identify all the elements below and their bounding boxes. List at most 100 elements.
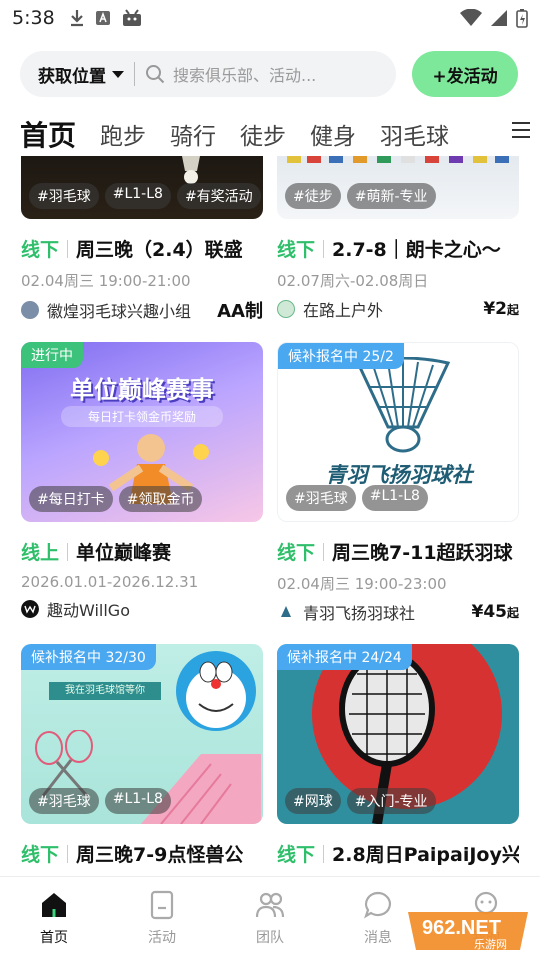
watermark-sub: 乐游网 — [474, 938, 507, 951]
card-title: 线上 单位巅峰赛 — [21, 538, 263, 565]
tag-row: #网球 #入门-专业 — [285, 788, 436, 814]
mode-label: 线下 — [21, 844, 60, 866]
title-text: 周三晚7-9点怪兽公 — [76, 844, 244, 866]
title-divider — [67, 844, 69, 863]
tab-hiking[interactable]: 徒步 — [240, 117, 286, 151]
tag-row: #羽毛球 #L1-L8 #有奖活动 — [29, 183, 261, 209]
mode-label: 线下 — [21, 239, 60, 261]
nav-label: 首页 — [40, 930, 68, 946]
watermark-logo: 962.NET 乐游网 — [408, 912, 528, 951]
status-bar: 5:38 — [0, 0, 540, 36]
tab-cycling[interactable]: 骑行 — [170, 117, 216, 151]
home-icon — [42, 893, 66, 917]
card-organizer[interactable]: 青羽飞扬羽球社 ¥45起 — [277, 600, 519, 624]
nav-team[interactable]: 团队 — [216, 877, 324, 960]
card-title: 线下 周三晚7-11超跃羽球 — [277, 538, 519, 565]
price-label: ¥45起 — [471, 602, 519, 622]
tab-fitness[interactable]: 健身 — [310, 117, 356, 151]
battery-icon — [516, 9, 528, 28]
tag-row: #羽毛球 #L1-L8 — [29, 788, 171, 814]
status-time: 5:38 — [12, 7, 55, 29]
avatar — [277, 300, 295, 318]
tabs-fade — [470, 112, 510, 156]
banner-title: 我在羽毛球馆等你 — [49, 682, 161, 700]
location-label: 获取位置 — [38, 66, 106, 87]
tag-row: #羽毛球 #L1-L8 — [286, 485, 428, 511]
activity-card[interactable]: 单位巅峰赛事 每日打卡领金币奖励 进行中 #每日打卡 #领取金币 线上 单位巅峰… — [21, 342, 263, 621]
activity-icon — [150, 890, 174, 920]
tag: #有奖活动 — [176, 183, 261, 209]
tag: #L1-L8 — [361, 485, 428, 511]
fee-label: AA制 — [217, 301, 263, 322]
card-title: 线下 2.8周日PaipaiJoy兴 — [277, 840, 519, 867]
card-date: 02.04周三 19:00-23:00 — [277, 575, 447, 593]
tag: #羽毛球 — [29, 183, 99, 209]
nav-label: 消息 — [364, 930, 392, 946]
watermark-brand: 962.NET — [422, 917, 501, 939]
price-value: ¥2 — [483, 299, 507, 319]
card-title: 线下 2.7-8｜朗卡之心〜 — [277, 235, 519, 262]
organizer-name: 青羽飞扬羽球社 — [303, 604, 416, 623]
card-image: #羽毛球 #L1-L8 #有奖活动 — [21, 156, 263, 219]
post-activity-button[interactable]: +发活动 — [412, 51, 518, 97]
activity-feed[interactable]: #羽毛球 #L1-L8 #有奖活动 线下 周三晚（2.4）联盛 02.04周三 … — [0, 156, 540, 876]
android-icon — [122, 9, 141, 26]
title-text: 2.7-8｜朗卡之心〜 — [332, 239, 501, 261]
category-tabs: 首页 跑步 骑行 徒步 健身 羽毛球 — [20, 112, 540, 156]
shuttlecock-icon — [355, 357, 451, 453]
tag: #羽毛球 — [29, 788, 99, 814]
card-date: 2026.01.01-2026.12.31 — [21, 573, 199, 591]
activity-card[interactable]: #羽毛球 #L1-L8 #有奖活动 线下 周三晚（2.4）联盛 02.04周三 … — [21, 156, 263, 323]
title-text: 2.8周日PaipaiJoy兴 — [332, 844, 519, 866]
status-badge: 进行中 — [21, 342, 83, 368]
title-divider — [67, 542, 69, 561]
card-image: 青羽飞扬羽球社 候补报名中 25/2 #羽毛球 #L1-L8 — [277, 342, 519, 522]
wifi-icon — [460, 9, 482, 26]
tab-badminton[interactable]: 羽毛球 — [380, 117, 449, 151]
title-text: 单位巅峰赛 — [76, 542, 172, 564]
title-divider — [323, 844, 324, 863]
tag-row: #徒步 #萌新-专业 — [285, 183, 436, 209]
card-organizer[interactable]: 在路上户外 ¥2起 — [277, 297, 519, 321]
signal-icon — [491, 10, 507, 26]
card-date: 02.04周三 19:00-21:00 — [21, 272, 191, 290]
tag: #领取金币 — [118, 486, 203, 512]
search-row: 获取位置 搜索俱乐部、活动... +发活动 — [20, 50, 520, 98]
tag: #L1-L8 — [104, 788, 171, 814]
banner-subtitle: 每日打卡领金币奖励 — [61, 406, 223, 427]
status-badge: 候补报名中 32/30 — [21, 644, 156, 670]
organizer-name: 徽煌羽毛球兴趣小组 — [47, 302, 192, 321]
search-box[interactable]: 获取位置 搜索俱乐部、活动... — [20, 51, 396, 97]
tag: #每日打卡 — [29, 486, 113, 512]
avatar — [281, 606, 291, 617]
location-button[interactable]: 获取位置 — [38, 62, 124, 87]
tag-row: #每日打卡 #领取金币 — [29, 486, 203, 512]
title-divider — [323, 542, 325, 561]
tag: #萌新-专业 — [346, 183, 436, 209]
mode-label: 线下 — [277, 542, 316, 564]
title-text: 周三晚7-11超跃羽球 — [332, 542, 513, 564]
price-suffix: 起 — [506, 606, 519, 620]
card-image: 单位巅峰赛事 每日打卡领金币奖励 进行中 #每日打卡 #领取金币 — [21, 342, 263, 522]
card-organizer[interactable]: 徽煌羽毛球兴趣小组 AA制 — [21, 297, 263, 323]
tab-home[interactable]: 首页 — [20, 114, 76, 154]
tab-running[interactable]: 跑步 — [100, 117, 146, 151]
card-image: 我在羽毛球馆等你 候补报名中 32/30 #羽毛球 #L1-L8 — [21, 644, 263, 824]
message-icon — [364, 891, 391, 919]
nav-home[interactable]: 首页 — [0, 877, 108, 960]
nav-activity[interactable]: 活动 — [108, 877, 216, 960]
activity-card[interactable]: #徒步 #萌新-专业 线下 2.7-8｜朗卡之心〜 02.07周六-02.08周… — [277, 156, 519, 321]
price-label: ¥2起 — [483, 299, 519, 319]
activity-card[interactable]: 候补报名中 24/24 #网球 #入门-专业 线下 2.8周日PaipaiJoy… — [277, 644, 519, 867]
banner-title: 单位巅峰赛事 — [70, 376, 214, 404]
search-input[interactable]: 搜索俱乐部、活动... — [173, 62, 316, 86]
doraemon-illustration — [176, 651, 256, 731]
activity-card[interactable]: 青羽飞扬羽球社 候补报名中 25/2 #羽毛球 #L1-L8 线下 周三晚7-1… — [277, 342, 519, 624]
activity-card[interactable]: 我在羽毛球馆等你 候补报名中 32/30 #羽毛球 #L1-L8 线下 周三晚7… — [21, 644, 263, 867]
nav-label: 团队 — [256, 930, 284, 946]
mode-label: 线上 — [21, 542, 60, 564]
mode-label: 线下 — [277, 844, 316, 866]
menu-icon[interactable] — [512, 122, 530, 143]
card-organizer[interactable]: 趣动WillGo — [21, 597, 263, 621]
card-image: 候补报名中 24/24 #网球 #入门-专业 — [277, 644, 519, 824]
